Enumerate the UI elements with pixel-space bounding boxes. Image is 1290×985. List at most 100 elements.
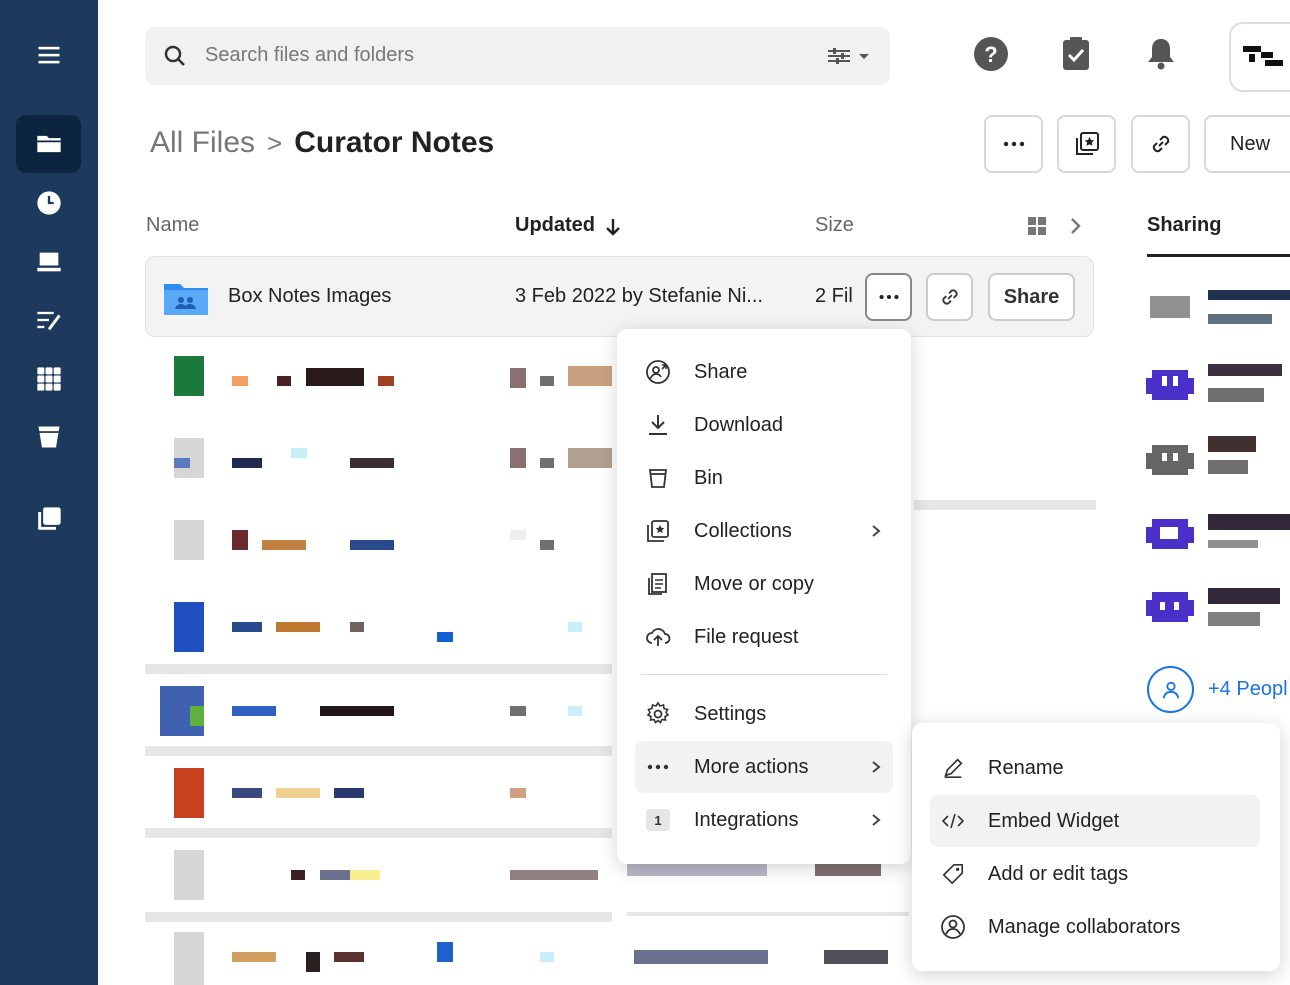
submenu-item-rename[interactable]: Rename <box>930 742 1260 794</box>
link-icon <box>941 289 958 305</box>
notes-icon <box>36 311 61 331</box>
search-input[interactable]: Search files and folders <box>205 44 414 67</box>
context-menu: Share Download Bin Collections Move or c… <box>617 329 911 864</box>
chevron-right-icon <box>872 814 881 826</box>
file-request-icon <box>645 624 671 650</box>
tasks-icon[interactable] <box>1058 36 1094 72</box>
column-header-size[interactable]: Size <box>815 214 854 237</box>
shared-folder-icon <box>164 284 208 315</box>
menu-item-more-actions[interactable]: More actions <box>635 741 893 793</box>
trash-icon <box>38 426 59 448</box>
sidebar-item-apps[interactable] <box>16 350 81 408</box>
sort-down-arrow-icon[interactable] <box>604 217 622 237</box>
more-icon <box>645 754 671 780</box>
column-header-updated[interactable]: Updated <box>515 214 595 237</box>
row-size: 2 Fil <box>815 285 853 307</box>
row-name[interactable]: Box Notes Images <box>228 285 391 308</box>
more-icon <box>879 294 898 300</box>
submenu-item-embed-widget[interactable]: Embed Widget <box>930 795 1260 847</box>
code-icon <box>940 808 966 834</box>
menu-divider <box>641 674 887 675</box>
submenu-item-label: Manage collaborators <box>988 915 1181 938</box>
collections-icon <box>37 507 61 530</box>
sidebar-item-synced[interactable] <box>16 233 81 291</box>
column-header-name[interactable]: Name <box>146 214 199 237</box>
file-icon[interactable] <box>174 932 204 985</box>
apps-grid-icon <box>36 367 61 391</box>
clock-icon <box>36 191 61 215</box>
file-icon[interactable] <box>174 356 204 396</box>
menu-item-download[interactable]: Download <box>635 399 893 451</box>
avatar <box>1150 296 1190 318</box>
row-copy-link-button[interactable] <box>926 273 973 321</box>
grid-view-icon[interactable] <box>1027 216 1047 236</box>
notifications-bell-icon[interactable] <box>1143 36 1179 72</box>
integrations-badge: 1 <box>645 807 671 833</box>
search-bar[interactable]: Search files and folders <box>145 27 890 85</box>
chevron-right-icon[interactable] <box>1068 216 1084 236</box>
row-share-label: Share <box>1003 285 1060 308</box>
submenu-item-label: Rename <box>988 756 1064 779</box>
row-share-button[interactable]: Share <box>988 273 1075 321</box>
tab-sharing[interactable]: Sharing <box>1147 214 1221 237</box>
account-logo[interactable] <box>1229 22 1290 92</box>
menu-item-bin[interactable]: Bin <box>635 452 893 504</box>
move-copy-icon <box>645 571 671 597</box>
file-icon[interactable] <box>174 850 204 900</box>
menu-item-collections[interactable]: Collections <box>635 505 893 557</box>
submenu-item-collaborators[interactable]: Manage collaborators <box>930 901 1260 953</box>
file-icon[interactable] <box>174 520 204 560</box>
tab-underline <box>1147 254 1290 257</box>
page-title: Curator Notes <box>294 126 495 159</box>
sidebar-item-trash[interactable] <box>16 408 81 466</box>
breadcrumb: All Files > Curator Notes <box>150 126 494 160</box>
folder-more-button[interactable] <box>984 115 1043 173</box>
filter-icon[interactable] <box>826 45 872 67</box>
menu-item-integrations[interactable]: 1 Integrations <box>635 794 893 846</box>
menu-item-settings[interactable]: Settings <box>635 688 893 740</box>
hamburger-menu-icon[interactable] <box>16 26 81 84</box>
bin-icon <box>645 465 671 491</box>
add-people-button[interactable] <box>1147 666 1194 713</box>
file-icon[interactable] <box>174 602 204 652</box>
submenu-item-label: Add or edit tags <box>988 862 1129 885</box>
tag-icon <box>940 861 966 887</box>
folder-icon <box>36 135 61 153</box>
copy-link-button[interactable] <box>1131 115 1190 173</box>
help-icon[interactable]: ? <box>973 36 1009 72</box>
submenu-item-label: Embed Widget <box>988 809 1120 832</box>
menu-item-label: More actions <box>694 755 809 778</box>
sidebar-item-notes[interactable] <box>16 291 81 349</box>
add-to-collection-button[interactable] <box>1057 115 1116 173</box>
avatar <box>1146 519 1194 549</box>
collections-icon <box>645 518 671 544</box>
integrations-count: 1 <box>646 809 670 831</box>
menu-item-label: Collections <box>694 519 792 542</box>
link-icon <box>1152 135 1169 153</box>
pencil-icon <box>940 755 966 781</box>
menu-item-label: File request <box>694 625 799 648</box>
menu-item-file-request[interactable]: File request <box>635 611 893 663</box>
more-icon <box>1003 141 1024 147</box>
menu-item-label: Integrations <box>694 808 799 831</box>
new-button[interactable]: New <box>1204 115 1290 173</box>
sidebar-item-collections[interactable] <box>16 490 81 548</box>
file-icon[interactable] <box>174 768 204 818</box>
column-header-updated-label: Updated <box>515 214 595 236</box>
more-actions-submenu: Rename Embed Widget Add or edit tags Man… <box>912 723 1280 971</box>
submenu-item-tags[interactable]: Add or edit tags <box>930 848 1260 900</box>
menu-item-share[interactable]: Share <box>635 346 893 398</box>
more-people-link[interactable]: +4 Peopl <box>1208 678 1288 701</box>
row-more-button[interactable] <box>865 273 912 321</box>
sidebar-item-recents[interactable] <box>16 174 81 232</box>
new-button-label: New <box>1230 132 1271 155</box>
menu-item-move-copy[interactable]: Move or copy <box>635 558 893 610</box>
breadcrumb-all-files[interactable]: All Files <box>150 126 255 160</box>
row-updated: 3 Feb 2022 by Stefanie Ni... <box>515 285 763 307</box>
menu-item-label: Bin <box>694 466 723 489</box>
settings-icon <box>645 701 671 727</box>
sidebar <box>0 0 98 985</box>
menu-item-label: Download <box>694 413 783 436</box>
user-icon <box>1162 681 1179 698</box>
sidebar-item-files[interactable] <box>16 115 81 173</box>
